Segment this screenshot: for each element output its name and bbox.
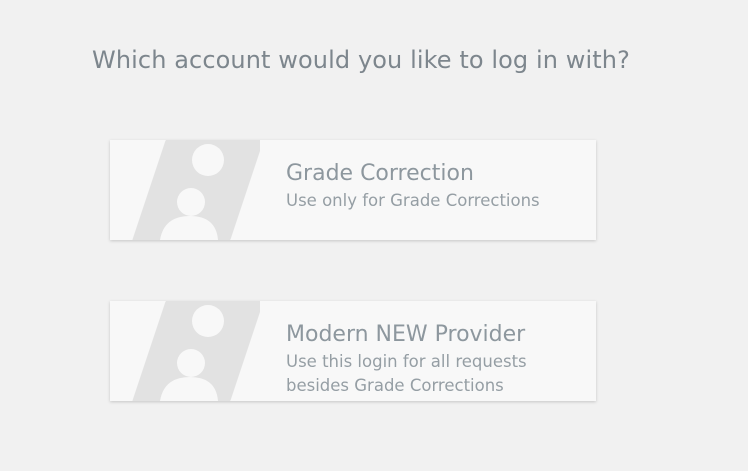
account-title: Grade Correction [286, 161, 474, 186]
user-badge-icon [130, 301, 260, 401]
page-title: Which account would you like to log in w… [92, 46, 630, 74]
account-title: Modern NEW Provider [286, 322, 526, 347]
account-card-grade-correction[interactable]: Grade Correction Use only for Grade Corr… [110, 140, 596, 240]
user-badge-icon [130, 140, 260, 240]
account-list: Grade Correction Use only for Grade Corr… [110, 140, 596, 401]
account-card-modern-new-provider[interactable]: Modern NEW Provider Use this login for a… [110, 301, 596, 401]
account-description: Use only for Grade Corrections [286, 191, 540, 210]
account-description: Use this login for all requests besides … [286, 352, 527, 395]
